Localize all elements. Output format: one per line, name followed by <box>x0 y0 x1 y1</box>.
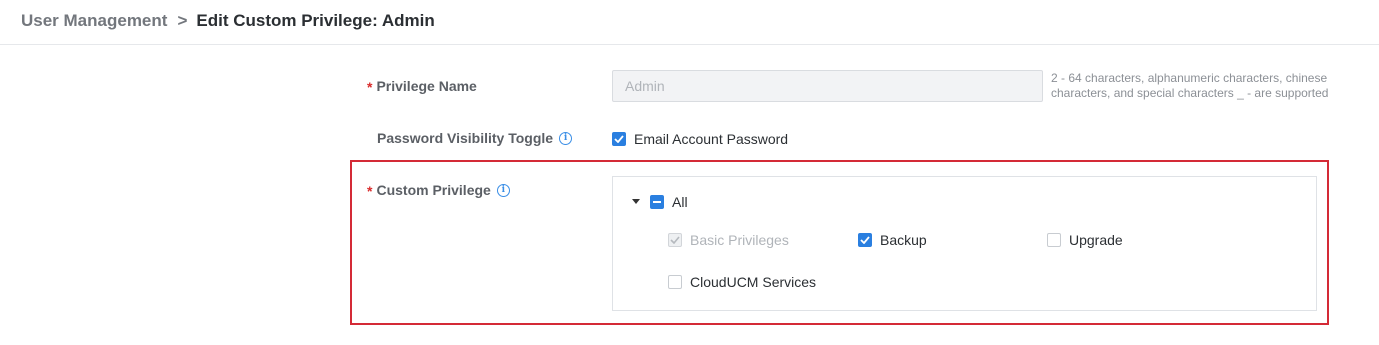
tree-root-label: All <box>672 194 688 210</box>
checkbox-unchecked-icon[interactable] <box>1047 233 1061 247</box>
email-account-password-checkbox[interactable]: Email Account Password <box>612 131 788 147</box>
password-visibility-label-text: Password Visibility Toggle <box>377 130 554 146</box>
checkbox-disabled-checked-icon <box>668 233 682 247</box>
required-mark: * <box>367 79 373 95</box>
required-mark: * <box>367 183 373 199</box>
info-icon[interactable]: i <box>559 131 573 145</box>
checkbox-checked-icon[interactable] <box>612 132 626 146</box>
checkbox-checked-icon[interactable] <box>858 233 872 247</box>
page-title: Edit Custom Privilege: Admin <box>196 11 435 30</box>
tree-item-label: Upgrade <box>1069 232 1123 248</box>
breadcrumb: User Management > Edit Custom Privilege:… <box>21 11 435 31</box>
custom-privilege-label: * Custom Privilege i <box>367 182 510 199</box>
tree-item-label: Backup <box>880 232 927 248</box>
info-icon[interactable]: i <box>496 183 510 197</box>
privilege-name-hint: 2 - 64 characters, alphanumeric characte… <box>1051 71 1329 100</box>
privilege-name-input[interactable] <box>612 70 1043 102</box>
custom-privilege-label-text: Custom Privilege <box>376 182 491 198</box>
tree-item-basic-privileges: Basic Privileges <box>668 232 789 248</box>
tree-item-label: CloudUCM Services <box>690 274 817 290</box>
privilege-name-label-text: Privilege Name <box>376 78 477 94</box>
breadcrumb-separator: > <box>177 11 188 30</box>
email-account-password-label: Email Account Password <box>634 131 789 147</box>
tree-item-label: Basic Privileges <box>690 232 789 248</box>
page-header: User Management > Edit Custom Privilege:… <box>0 0 1379 45</box>
checkbox-indeterminate-icon[interactable] <box>650 195 664 209</box>
tree-item-cloudücm-services[interactable]: CloudUCM Services <box>668 274 816 290</box>
privilege-name-label: * Privilege Name <box>367 78 477 95</box>
tree-item-upgrade[interactable]: Upgrade <box>1047 232 1123 248</box>
password-visibility-label: Password Visibility Toggle i <box>377 130 573 146</box>
tree-root-all[interactable]: All <box>650 194 688 210</box>
breadcrumb-parent-link[interactable]: User Management <box>21 11 167 31</box>
caret-down-icon[interactable] <box>632 199 640 204</box>
checkbox-unchecked-icon[interactable] <box>668 275 682 289</box>
tree-item-backup[interactable]: Backup <box>858 232 927 248</box>
